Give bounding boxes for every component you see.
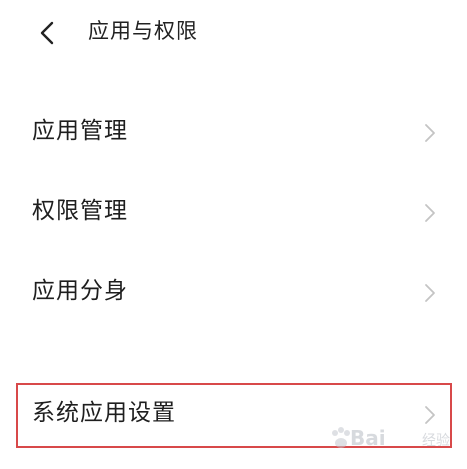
list-item-permission-management[interactable]: 权限管理 (0, 180, 467, 244)
chevron-right-icon (425, 124, 435, 142)
list-item-label: 应用分身 (32, 278, 128, 304)
app-header: 应用与权限 (0, 0, 467, 66)
chevron-right-icon (425, 284, 435, 302)
chevron-left-icon (40, 21, 54, 45)
back-button[interactable] (28, 14, 68, 50)
list-item-label: 应用管理 (32, 118, 128, 144)
list-item-label: 权限管理 (32, 198, 128, 224)
list-item-app-clone[interactable]: 应用分身 (0, 260, 467, 324)
list-item-app-management[interactable]: 应用管理 (0, 100, 467, 164)
page-title: 应用与权限 (88, 19, 198, 43)
chevron-right-icon (425, 204, 435, 222)
highlight-box (16, 383, 452, 448)
